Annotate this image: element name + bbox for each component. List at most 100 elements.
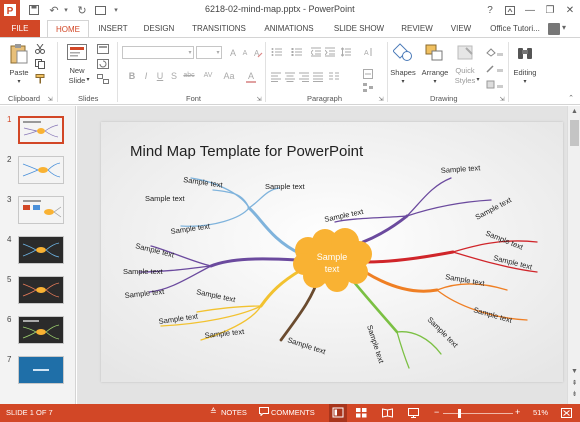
layout-icon[interactable] bbox=[95, 43, 111, 55]
paragraph-launcher-icon[interactable]: ⇲ bbox=[377, 95, 385, 103]
slide-thumbnail-4[interactable] bbox=[18, 236, 64, 264]
increase-indent-icon[interactable] bbox=[324, 46, 336, 58]
scroll-up-icon[interactable]: ▲ bbox=[570, 108, 579, 117]
tab-design[interactable]: DESIGN bbox=[139, 20, 179, 38]
copy-icon[interactable] bbox=[34, 58, 46, 70]
undo-dropdown-icon[interactable]: ▾ bbox=[58, 2, 74, 18]
tab-transitions[interactable]: TRANSITIONS bbox=[188, 20, 250, 38]
clear-formatting-icon[interactable]: A bbox=[252, 46, 264, 59]
redo-icon[interactable]: ↻ bbox=[74, 2, 90, 18]
change-case-button[interactable]: Aa bbox=[222, 71, 236, 81]
align-center-icon[interactable] bbox=[284, 71, 296, 83]
account-dropdown-icon[interactable]: ▾ bbox=[562, 23, 566, 32]
avatar[interactable] bbox=[548, 23, 560, 35]
shapes-icon[interactable] bbox=[392, 42, 414, 64]
zoom-out-icon[interactable]: − bbox=[434, 407, 439, 417]
quick-styles-label-1[interactable]: Quick bbox=[450, 66, 480, 75]
restore-button[interactable]: ❐ bbox=[540, 2, 560, 18]
vertical-scrollbar[interactable]: ▲ ▼ ⇞ ⇟ bbox=[567, 106, 580, 404]
underline-button[interactable]: U bbox=[155, 71, 165, 81]
fit-to-window-icon[interactable] bbox=[561, 408, 572, 420]
normal-view-button[interactable] bbox=[329, 404, 347, 422]
account-name[interactable]: Office Tutori... bbox=[484, 20, 546, 38]
tab-review[interactable]: REVIEW bbox=[397, 20, 437, 38]
shape-effects-icon[interactable] bbox=[484, 78, 506, 89]
text-direction-icon[interactable]: A bbox=[362, 46, 374, 58]
comments-button[interactable]: COMMENTS bbox=[271, 408, 315, 417]
tab-file[interactable]: FILE bbox=[0, 20, 40, 38]
slide-editor[interactable]: Mind Map Template for PowerPoint Sample … bbox=[77, 106, 567, 404]
align-right-icon[interactable] bbox=[298, 71, 310, 83]
tab-insert[interactable]: INSERT bbox=[93, 20, 133, 38]
slide-thumbnail-2[interactable] bbox=[18, 156, 64, 184]
increase-font-icon[interactable]: A bbox=[227, 46, 239, 59]
zoom-level[interactable]: 51% bbox=[533, 408, 548, 417]
line-spacing-icon[interactable] bbox=[340, 46, 352, 58]
slide-thumbnail-1[interactable] bbox=[18, 116, 64, 144]
editing-dropdown-icon[interactable]: ▾ bbox=[520, 78, 530, 85]
new-slide-dropdown-icon[interactable]: ▾ bbox=[84, 76, 92, 83]
tab-slide-show[interactable]: SLIDE SHOW bbox=[330, 20, 388, 38]
slide-thumbnail-7[interactable] bbox=[18, 356, 64, 384]
minimize-button[interactable]: — bbox=[520, 2, 540, 18]
notes-button[interactable]: NOTES bbox=[221, 408, 247, 417]
shapes-label[interactable]: Shapes bbox=[388, 68, 418, 77]
slide-thumbnail-5[interactable] bbox=[18, 276, 64, 304]
numbering-icon[interactable] bbox=[290, 46, 304, 58]
drawing-launcher-icon[interactable]: ⇲ bbox=[498, 95, 506, 103]
scrollbar-thumb[interactable] bbox=[570, 120, 579, 146]
slide-title[interactable]: Mind Map Template for PowerPoint bbox=[130, 143, 364, 160]
paste-icon[interactable] bbox=[8, 42, 30, 66]
quick-styles-icon[interactable] bbox=[454, 42, 476, 64]
shape-outline-icon[interactable] bbox=[484, 62, 506, 73]
font-name-field[interactable] bbox=[122, 46, 194, 59]
branch-label[interactable]: Sample text bbox=[123, 267, 164, 276]
comments-icon[interactable] bbox=[259, 407, 269, 418]
font-size-dropdown-icon[interactable]: ▾ bbox=[214, 48, 222, 57]
convert-smartart-icon[interactable] bbox=[362, 82, 374, 92]
font-launcher-icon[interactable]: ⇲ bbox=[255, 95, 263, 103]
shadow-button[interactable]: S bbox=[169, 71, 179, 81]
center-text-line-2[interactable]: text bbox=[325, 264, 340, 274]
justify-icon[interactable] bbox=[312, 71, 324, 83]
center-text-line-1[interactable]: Sample bbox=[317, 252, 348, 262]
customize-toolbar-icon[interactable]: ▾ bbox=[108, 2, 124, 18]
zoom-in-icon[interactable]: + bbox=[515, 407, 520, 417]
tab-animations[interactable]: ANIMATIONS bbox=[258, 20, 320, 38]
quick-styles-dropdown-icon[interactable]: ▾ bbox=[474, 76, 482, 83]
arrange-dropdown-icon[interactable]: ▾ bbox=[430, 78, 440, 85]
slideshow-view-icon[interactable] bbox=[408, 408, 419, 420]
shape-fill-icon[interactable] bbox=[484, 46, 506, 57]
collapse-ribbon-icon[interactable]: ⌃ bbox=[566, 93, 576, 103]
slide-sorter-icon[interactable] bbox=[356, 408, 367, 420]
decrease-font-icon[interactable]: A bbox=[240, 48, 250, 59]
bold-button[interactable]: B bbox=[127, 71, 137, 81]
align-text-icon[interactable] bbox=[362, 68, 374, 80]
save-icon[interactable] bbox=[26, 2, 42, 18]
scroll-down-icon[interactable]: ▼ bbox=[570, 368, 579, 377]
branch-label[interactable]: Sample text bbox=[265, 182, 306, 191]
align-left-icon[interactable] bbox=[270, 71, 282, 83]
slide-thumbnail-3[interactable] bbox=[18, 196, 64, 224]
tab-view[interactable]: VIEW bbox=[446, 20, 476, 38]
paste-dropdown-icon[interactable]: ▾ bbox=[14, 78, 24, 85]
new-slide-label-1[interactable]: New bbox=[62, 66, 92, 75]
font-color-button[interactable]: A bbox=[246, 71, 256, 83]
font-name-dropdown-icon[interactable]: ▾ bbox=[186, 48, 194, 57]
section-icon[interactable] bbox=[95, 73, 111, 85]
ribbon-display-options-icon[interactable] bbox=[500, 2, 520, 18]
bullets-icon[interactable] bbox=[270, 46, 284, 58]
reading-view-icon[interactable] bbox=[382, 408, 393, 420]
zoom-slider-thumb[interactable] bbox=[458, 409, 461, 418]
decrease-indent-icon[interactable] bbox=[310, 46, 322, 58]
notes-icon[interactable]: ≙ bbox=[210, 407, 217, 416]
shapes-dropdown-icon[interactable]: ▾ bbox=[398, 78, 408, 85]
italic-button[interactable]: I bbox=[141, 71, 151, 81]
slide-canvas[interactable]: Mind Map Template for PowerPoint Sample … bbox=[101, 122, 563, 382]
cut-icon[interactable] bbox=[34, 43, 46, 55]
character-spacing-button[interactable]: AV bbox=[200, 72, 216, 79]
paste-label[interactable]: Paste bbox=[5, 68, 33, 77]
find-binoculars-icon[interactable] bbox=[514, 42, 536, 64]
next-slide-icon[interactable]: ⇟ bbox=[570, 390, 579, 399]
new-slide-icon[interactable] bbox=[66, 42, 88, 64]
